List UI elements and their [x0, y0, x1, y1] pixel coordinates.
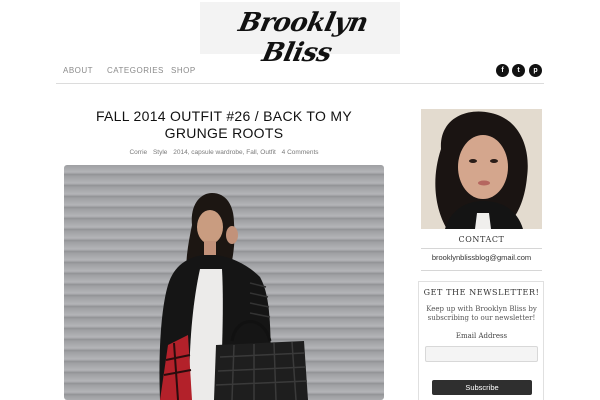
- contact-email[interactable]: brooklynblissblog@gmail.com: [421, 253, 542, 262]
- post-title[interactable]: FALL 2014 OUTFIT #26 / BACK TO MY GRUNGE…: [64, 108, 384, 142]
- post-meta: Corrie Style 2014, capsule wardrobe, Fal…: [64, 149, 384, 156]
- newsletter-text: Keep up with Brooklyn Bliss by subscribi…: [426, 305, 537, 322]
- facebook-icon[interactable]: f: [496, 64, 509, 77]
- nav-item-shop[interactable]: SHOP: [171, 66, 196, 75]
- logo-text: Brooklyn Bliss: [235, 8, 371, 68]
- newsletter-heading: GET THE NEWSLETTER!: [423, 288, 540, 297]
- meta-comments[interactable]: 4 Comments: [282, 149, 319, 156]
- contact-divider-bottom: [421, 270, 542, 271]
- logo[interactable]: Brooklyn Bliss: [200, 2, 400, 68]
- meta-tags[interactable]: 2014, capsule wardrobe, Fall, Outfit: [173, 149, 276, 156]
- email-input[interactable]: [425, 346, 538, 362]
- contact-heading: CONTACT: [458, 235, 505, 244]
- twitter-icon[interactable]: t: [512, 64, 525, 77]
- outfit-illustration: [159, 193, 308, 400]
- meta-author[interactable]: Corrie: [129, 149, 147, 156]
- portrait-illustration: [421, 109, 542, 229]
- author-photo: [421, 109, 542, 229]
- email-label: Email Address: [455, 332, 508, 340]
- nav-item-categories[interactable]: CATEGORIES: [107, 66, 164, 75]
- main-nav: ABOUT CATEGORIES SHOP f t p: [56, 60, 544, 84]
- subscribe-button[interactable]: Subscribe: [432, 380, 532, 395]
- meta-section[interactable]: Style: [153, 149, 167, 156]
- nav-item-about[interactable]: ABOUT: [63, 66, 93, 75]
- contact-divider: [421, 248, 542, 249]
- post-photo[interactable]: [64, 165, 384, 400]
- pinterest-icon[interactable]: p: [529, 64, 542, 77]
